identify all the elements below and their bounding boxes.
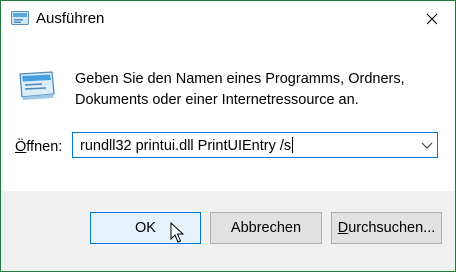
title-bar[interactable]: Ausführen — [1, 1, 455, 37]
dialog-footer: OK Abbrechen Durchsuchen... — [1, 191, 455, 271]
browse-label: urchsuchen... — [348, 220, 436, 236]
window-title: Ausführen — [36, 10, 105, 27]
browse-button[interactable]: Durchsuchen... — [331, 212, 442, 244]
close-icon — [426, 13, 438, 25]
dialog-description: Geben Sie den Namen eines Programms, Ord… — [75, 71, 405, 108]
close-button[interactable] — [409, 1, 455, 37]
browse-accesskey: D — [337, 220, 349, 236]
dialog-content: Geben Sie den Namen eines Programms, Ord… — [1, 37, 455, 191]
run-icon — [19, 71, 55, 100]
run-dialog: Ausführen Geben Sie den Namen eines Prog… — [0, 0, 456, 272]
run-icon — [11, 11, 29, 25]
open-label: Öffnen: — [15, 139, 62, 155]
open-label-text: ffnen: — [26, 139, 63, 155]
text-caret — [292, 137, 294, 153]
open-command-value: rundll32 printui.dll PrintUIEntry /s — [80, 138, 292, 154]
open-label-accesskey: Ö — [15, 139, 27, 155]
open-command-input[interactable]: rundll32 printui.dll PrintUIEntry /s — [80, 137, 294, 154]
chevron-down-icon[interactable] — [421, 140, 433, 150]
mouse-pointer-icon — [170, 222, 185, 243]
cancel-button[interactable]: Abbrechen — [210, 212, 322, 244]
open-command-combobox[interactable]: rundll32 printui.dll PrintUIEntry /s — [72, 132, 438, 158]
